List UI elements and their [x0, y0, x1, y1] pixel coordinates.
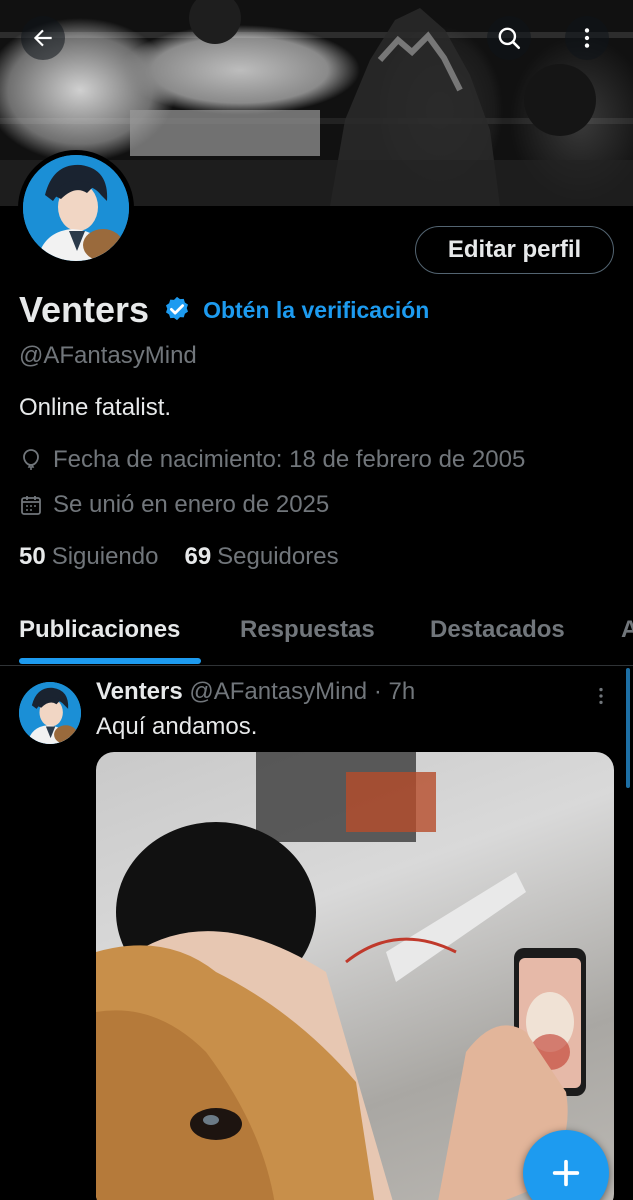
- joined-row: Se unió en enero de 2025: [19, 491, 329, 519]
- verified-badge-icon[interactable]: [162, 295, 192, 325]
- balloon-icon: [23, 449, 39, 470]
- display-name: Venters: [19, 289, 150, 330]
- profile-tabs: Publicaciones Respuestas Destacados A: [0, 598, 633, 666]
- avatar-image: [19, 682, 81, 744]
- edit-profile-button[interactable]: Editar perfil: [415, 226, 614, 274]
- post-header: Venters @AFantasyMind · 7h: [96, 678, 415, 706]
- profile-bio: Online fatalist.: [19, 394, 172, 421]
- post-media[interactable]: [96, 752, 614, 1200]
- post-text: Aquí andamos.: [96, 713, 258, 740]
- follow-stats: 50 Siguiendo 69 Seguidores: [19, 543, 339, 571]
- post-avatar[interactable]: [19, 682, 81, 744]
- birthday-row: Fecha de nacimiento: 18 de febrero de 20…: [19, 446, 525, 474]
- calendar-icon: [21, 496, 41, 515]
- more-vertical-icon: [584, 28, 590, 48]
- post-author-name[interactable]: Venters: [96, 678, 183, 705]
- active-tab-indicator: [19, 658, 201, 664]
- arrow-left-icon: [33, 29, 52, 47]
- following-count: 50: [19, 543, 46, 570]
- search-button[interactable]: [487, 16, 531, 60]
- more-options-button[interactable]: [565, 16, 609, 60]
- followers-link[interactable]: 69 Seguidores: [184, 543, 338, 571]
- post-media-image: [96, 752, 586, 1200]
- profile-avatar[interactable]: [18, 150, 134, 266]
- followers-label: Seguidores: [217, 543, 339, 570]
- joined-text: Se unió en enero de 2025: [53, 491, 330, 518]
- tab-publicaciones[interactable]: Publicaciones: [19, 616, 180, 644]
- tab-next-partial[interactable]: A: [621, 616, 633, 644]
- post-more-icon[interactable]: [590, 684, 612, 708]
- followers-count: 69: [184, 543, 212, 570]
- search-icon: [498, 27, 521, 50]
- post-meta: @AFantasyMind · 7h: [189, 678, 416, 705]
- following-link[interactable]: 50 Siguiendo: [19, 543, 158, 571]
- birthday-text: Fecha de nacimiento: 18 de febrero de 20…: [53, 446, 526, 473]
- tab-destacados[interactable]: Destacados: [430, 616, 565, 644]
- get-verified-link[interactable]: Obtén la verificación: [203, 297, 429, 324]
- avatar-image: [23, 155, 129, 261]
- following-label: Siguiendo: [51, 543, 159, 570]
- tab-respuestas[interactable]: Respuestas: [240, 616, 375, 644]
- plus-icon: [552, 1159, 580, 1187]
- scrollbar[interactable]: [626, 668, 630, 788]
- back-button[interactable]: [21, 16, 65, 60]
- profile-handle: @AFantasyMind: [19, 342, 197, 369]
- name-row: Venters Obtén la verificación: [19, 289, 429, 331]
